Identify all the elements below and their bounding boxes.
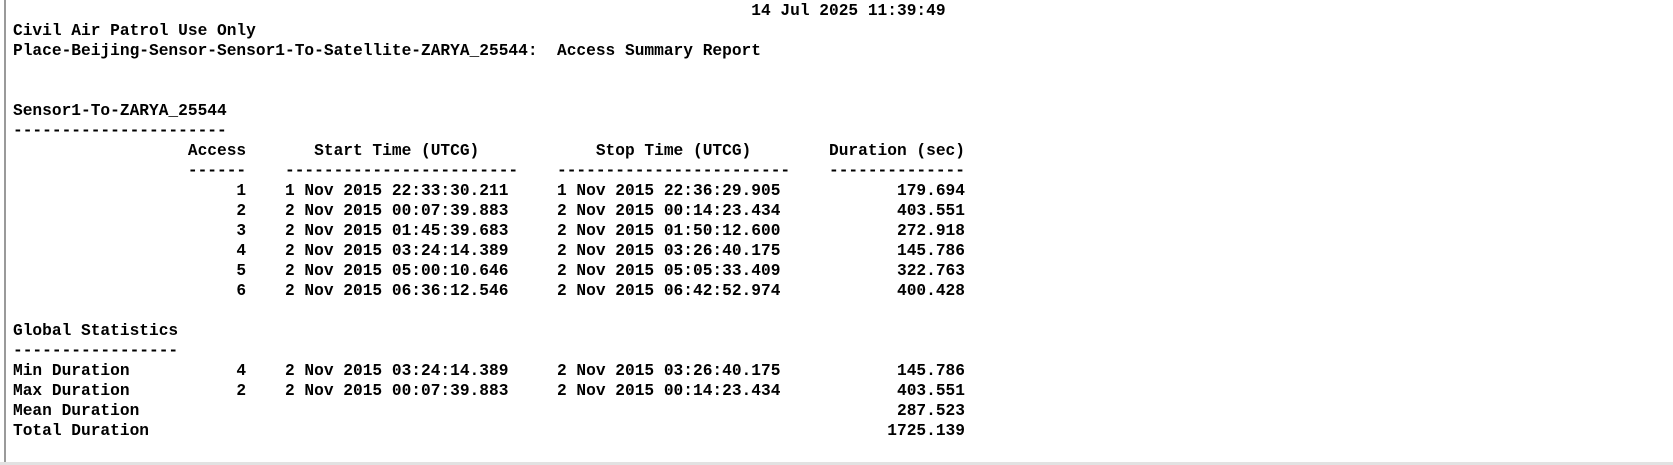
- report-text: 14 Jul 2025 11:39:49 Civil Air Patrol Use…: [13, 1, 965, 441]
- global-stats-rule: -----------------: [13, 342, 179, 360]
- table-header: Access Start Time (UTCG) Stop Time (UTCG…: [13, 142, 965, 160]
- global-stat-row: Mean Duration 287.523: [13, 402, 965, 420]
- table-row: 4 2 Nov 2015 03:24:14.389 2 Nov 2015 03:…: [13, 242, 965, 260]
- table-row: 3 2 Nov 2015 01:45:39.683 2 Nov 2015 01:…: [13, 222, 965, 240]
- report-classification: Civil Air Patrol Use Only: [13, 22, 256, 40]
- global-stats-title: Global Statistics: [13, 322, 179, 340]
- section-rule: ----------------------: [13, 122, 227, 140]
- section-title: Sensor1-To-ZARYA_25544: [13, 102, 227, 120]
- table-row: 6 2 Nov 2015 06:36:12.546 2 Nov 2015 06:…: [13, 282, 965, 300]
- report-viewer: 14 Jul 2025 11:39:49 Civil Air Patrol Use…: [4, 0, 1673, 462]
- table-row: 1 1 Nov 2015 22:33:30.211 1 Nov 2015 22:…: [13, 182, 965, 200]
- table-header-rule: ------ ------------------------ --------…: [13, 162, 965, 180]
- table-row: 5 2 Nov 2015 05:00:10.646 2 Nov 2015 05:…: [13, 262, 965, 280]
- report-title: Place-Beijing-Sensor-Sensor1-To-Satellit…: [13, 42, 761, 60]
- global-stat-row: Min Duration 4 2 Nov 2015 03:24:14.389 2…: [13, 362, 965, 380]
- global-stat-row: Max Duration 2 2 Nov 2015 00:07:39.883 2…: [13, 382, 965, 400]
- report-timestamp: 14 Jul 2025 11:39:49: [13, 2, 946, 20]
- global-stat-row: Total Duration 1725.139: [13, 422, 965, 440]
- table-row: 2 2 Nov 2015 00:07:39.883 2 Nov 2015 00:…: [13, 202, 965, 220]
